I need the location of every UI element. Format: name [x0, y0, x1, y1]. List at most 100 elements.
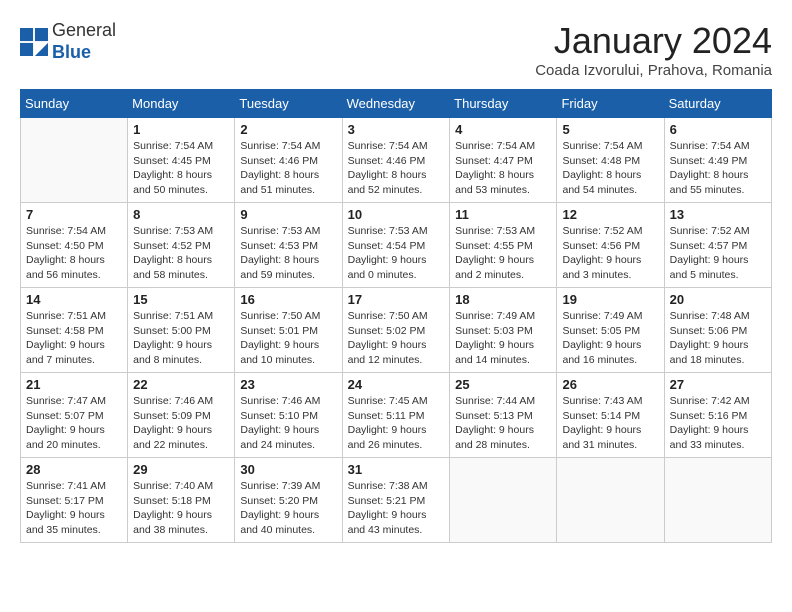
calendar-cell: 1Sunrise: 7:54 AMSunset: 4:45 PMDaylight…	[128, 118, 235, 203]
calendar-cell: 13Sunrise: 7:52 AMSunset: 4:57 PMDayligh…	[664, 203, 771, 288]
day-number: 9	[240, 207, 336, 222]
calendar-cell: 26 Sunrise: 7:43 AMSunset: 5:14 PMDayligh…	[557, 373, 664, 458]
day-info: Sunrise: 7:54 AMSunset: 4:47 PMDaylight:…	[455, 139, 551, 198]
calendar-cell: 5 Sunrise: 7:54 AMSunset: 4:48 PMDaylight…	[557, 118, 664, 203]
day-number: 29	[133, 462, 229, 477]
calendar-cell: 8 Sunrise: 7:53 AMSunset: 4:52 PMDaylight…	[128, 203, 235, 288]
calendar-cell: 3 Sunrise: 7:54 AMSunset: 4:46 PMDaylight…	[342, 118, 450, 203]
day-number: 5	[562, 122, 658, 137]
day-info: Sunrise: 7:51 AMSunset: 4:58 PMDaylight:…	[26, 309, 122, 368]
calendar-cell: 14 Sunrise: 7:51 AMSunset: 4:58 PMDayligh…	[21, 288, 128, 373]
month-title: January 2024	[535, 20, 772, 62]
day-info: Sunrise: 7:44 AMSunset: 5:13 PMDaylight:…	[455, 394, 551, 453]
day-number: 24	[348, 377, 445, 392]
day-info: Sunrise: 7:53 AMSunset: 4:54 PMDaylight:…	[348, 224, 445, 283]
day-number: 16	[240, 292, 336, 307]
day-info: Sunrise: 7:53 AMSunset: 4:55 PMDaylight:…	[455, 224, 551, 283]
day-info: Sunrise: 7:39 AMSunset: 5:20 PMDaylight:…	[240, 479, 336, 538]
calendar-cell: 16 Sunrise: 7:50 AMSunset: 5:01 PMDayligh…	[235, 288, 342, 373]
week-row-2: 7 Sunrise: 7:54 AMSunset: 4:50 PMDaylight…	[21, 203, 772, 288]
day-info: Sunrise: 7:47 AMSunset: 5:07 PMDaylight:…	[26, 394, 122, 453]
day-info: Sunrise: 7:41 AMSunset: 5:17 PMDaylight:…	[26, 479, 122, 538]
day-info: Sunrise: 7:51 AMSunset: 5:00 PMDaylight:…	[133, 309, 229, 368]
week-row-5: 28 Sunrise: 7:41 AMSunset: 5:17 PMDayligh…	[21, 458, 772, 543]
day-number: 2	[240, 122, 336, 137]
day-info: Sunrise: 7:53 AMSunset: 4:53 PMDaylight:…	[240, 224, 336, 283]
calendar-cell: 4 Sunrise: 7:54 AMSunset: 4:47 PMDaylight…	[450, 118, 557, 203]
col-friday: Friday	[557, 90, 664, 118]
week-row-3: 14 Sunrise: 7:51 AMSunset: 4:58 PMDayligh…	[21, 288, 772, 373]
day-number: 7	[26, 207, 122, 222]
day-info: Sunrise: 7:49 AMSunset: 5:03 PMDaylight:…	[455, 309, 551, 368]
calendar-cell: 28 Sunrise: 7:41 AMSunset: 5:17 PMDayligh…	[21, 458, 128, 543]
calendar-cell: 30 Sunrise: 7:39 AMSunset: 5:20 PMDayligh…	[235, 458, 342, 543]
day-info: Sunrise: 7:50 AMSunset: 5:02 PMDaylight:…	[348, 309, 445, 368]
day-number: 18	[455, 292, 551, 307]
logo: General Blue	[20, 20, 116, 63]
day-info: Sunrise: 7:49 AMSunset: 5:05 PMDaylight:…	[562, 309, 658, 368]
day-number: 21	[26, 377, 122, 392]
day-number: 14	[26, 292, 122, 307]
calendar-cell: 9 Sunrise: 7:53 AMSunset: 4:53 PMDaylight…	[235, 203, 342, 288]
week-row-1: 1Sunrise: 7:54 AMSunset: 4:45 PMDaylight…	[21, 118, 772, 203]
calendar-cell: 29 Sunrise: 7:40 AMSunset: 5:18 PMDayligh…	[128, 458, 235, 543]
logo-line1: General	[52, 20, 116, 42]
day-number: 8	[133, 207, 229, 222]
day-number: 13	[670, 207, 766, 222]
day-info: Sunrise: 7:54 AMSunset: 4:50 PMDaylight:…	[26, 224, 122, 283]
calendar-cell: 19Sunrise: 7:49 AMSunset: 5:05 PMDayligh…	[557, 288, 664, 373]
day-info: Sunrise: 7:50 AMSunset: 5:01 PMDaylight:…	[240, 309, 336, 368]
calendar-cell: 7 Sunrise: 7:54 AMSunset: 4:50 PMDaylight…	[21, 203, 128, 288]
location: Coada Izvorului, Prahova, Romania	[535, 62, 772, 79]
calendar-cell: 11Sunrise: 7:53 AMSunset: 4:55 PMDayligh…	[450, 203, 557, 288]
calendar-cell: 6Sunrise: 7:54 AMSunset: 4:49 PMDaylight…	[664, 118, 771, 203]
day-number: 23	[240, 377, 336, 392]
day-number: 12	[562, 207, 658, 222]
day-info: Sunrise: 7:54 AMSunset: 4:48 PMDaylight:…	[562, 139, 658, 198]
day-info: Sunrise: 7:48 AMSunset: 5:06 PMDaylight:…	[670, 309, 766, 368]
col-saturday: Saturday	[664, 90, 771, 118]
day-info: Sunrise: 7:46 AMSunset: 5:10 PMDaylight:…	[240, 394, 336, 453]
calendar-cell: 2Sunrise: 7:54 AMSunset: 4:46 PMDaylight…	[235, 118, 342, 203]
day-number: 26	[562, 377, 658, 392]
col-thursday: Thursday	[450, 90, 557, 118]
day-info: Sunrise: 7:54 AMSunset: 4:49 PMDaylight:…	[670, 139, 766, 198]
day-info: Sunrise: 7:45 AMSunset: 5:11 PMDaylight:…	[348, 394, 445, 453]
day-number: 28	[26, 462, 122, 477]
calendar-cell: 12 Sunrise: 7:52 AMSunset: 4:56 PMDayligh…	[557, 203, 664, 288]
day-info: Sunrise: 7:53 AMSunset: 4:52 PMDaylight:…	[133, 224, 229, 283]
day-number: 15	[133, 292, 229, 307]
day-info: Sunrise: 7:38 AMSunset: 5:21 PMDaylight:…	[348, 479, 445, 538]
calendar-cell: 17Sunrise: 7:50 AMSunset: 5:02 PMDayligh…	[342, 288, 450, 373]
calendar-cell: 18 Sunrise: 7:49 AMSunset: 5:03 PMDayligh…	[450, 288, 557, 373]
calendar-table: Sunday Monday Tuesday Wednesday Thursday…	[20, 89, 772, 543]
day-info: Sunrise: 7:43 AMSunset: 5:14 PMDaylight:…	[562, 394, 658, 453]
day-number: 27	[670, 377, 766, 392]
day-info: Sunrise: 7:46 AMSunset: 5:09 PMDaylight:…	[133, 394, 229, 453]
day-number: 10	[348, 207, 445, 222]
day-number: 30	[240, 462, 336, 477]
calendar-cell	[450, 458, 557, 543]
calendar-cell: 25Sunrise: 7:44 AMSunset: 5:13 PMDayligh…	[450, 373, 557, 458]
day-info: Sunrise: 7:54 AMSunset: 4:46 PMDaylight:…	[348, 139, 445, 198]
day-number: 3	[348, 122, 445, 137]
calendar-cell: 21 Sunrise: 7:47 AMSunset: 5:07 PMDayligh…	[21, 373, 128, 458]
day-info: Sunrise: 7:42 AMSunset: 5:16 PMDaylight:…	[670, 394, 766, 453]
calendar-cell	[557, 458, 664, 543]
day-number: 4	[455, 122, 551, 137]
calendar-cell	[21, 118, 128, 203]
col-tuesday: Tuesday	[235, 90, 342, 118]
day-number: 20	[670, 292, 766, 307]
calendar-cell	[664, 458, 771, 543]
calendar-cell: 22 Sunrise: 7:46 AMSunset: 5:09 PMDayligh…	[128, 373, 235, 458]
col-sunday: Sunday	[21, 90, 128, 118]
day-info: Sunrise: 7:52 AMSunset: 4:56 PMDaylight:…	[562, 224, 658, 283]
logo-line2: Blue	[52, 42, 116, 64]
day-number: 22	[133, 377, 229, 392]
week-row-4: 21 Sunrise: 7:47 AMSunset: 5:07 PMDayligh…	[21, 373, 772, 458]
logo-icon	[20, 28, 48, 56]
calendar-cell: 15 Sunrise: 7:51 AMSunset: 5:00 PMDayligh…	[128, 288, 235, 373]
calendar-cell: 20 Sunrise: 7:48 AMSunset: 5:06 PMDayligh…	[664, 288, 771, 373]
day-info: Sunrise: 7:40 AMSunset: 5:18 PMDaylight:…	[133, 479, 229, 538]
calendar-cell: 31Sunrise: 7:38 AMSunset: 5:21 PMDayligh…	[342, 458, 450, 543]
